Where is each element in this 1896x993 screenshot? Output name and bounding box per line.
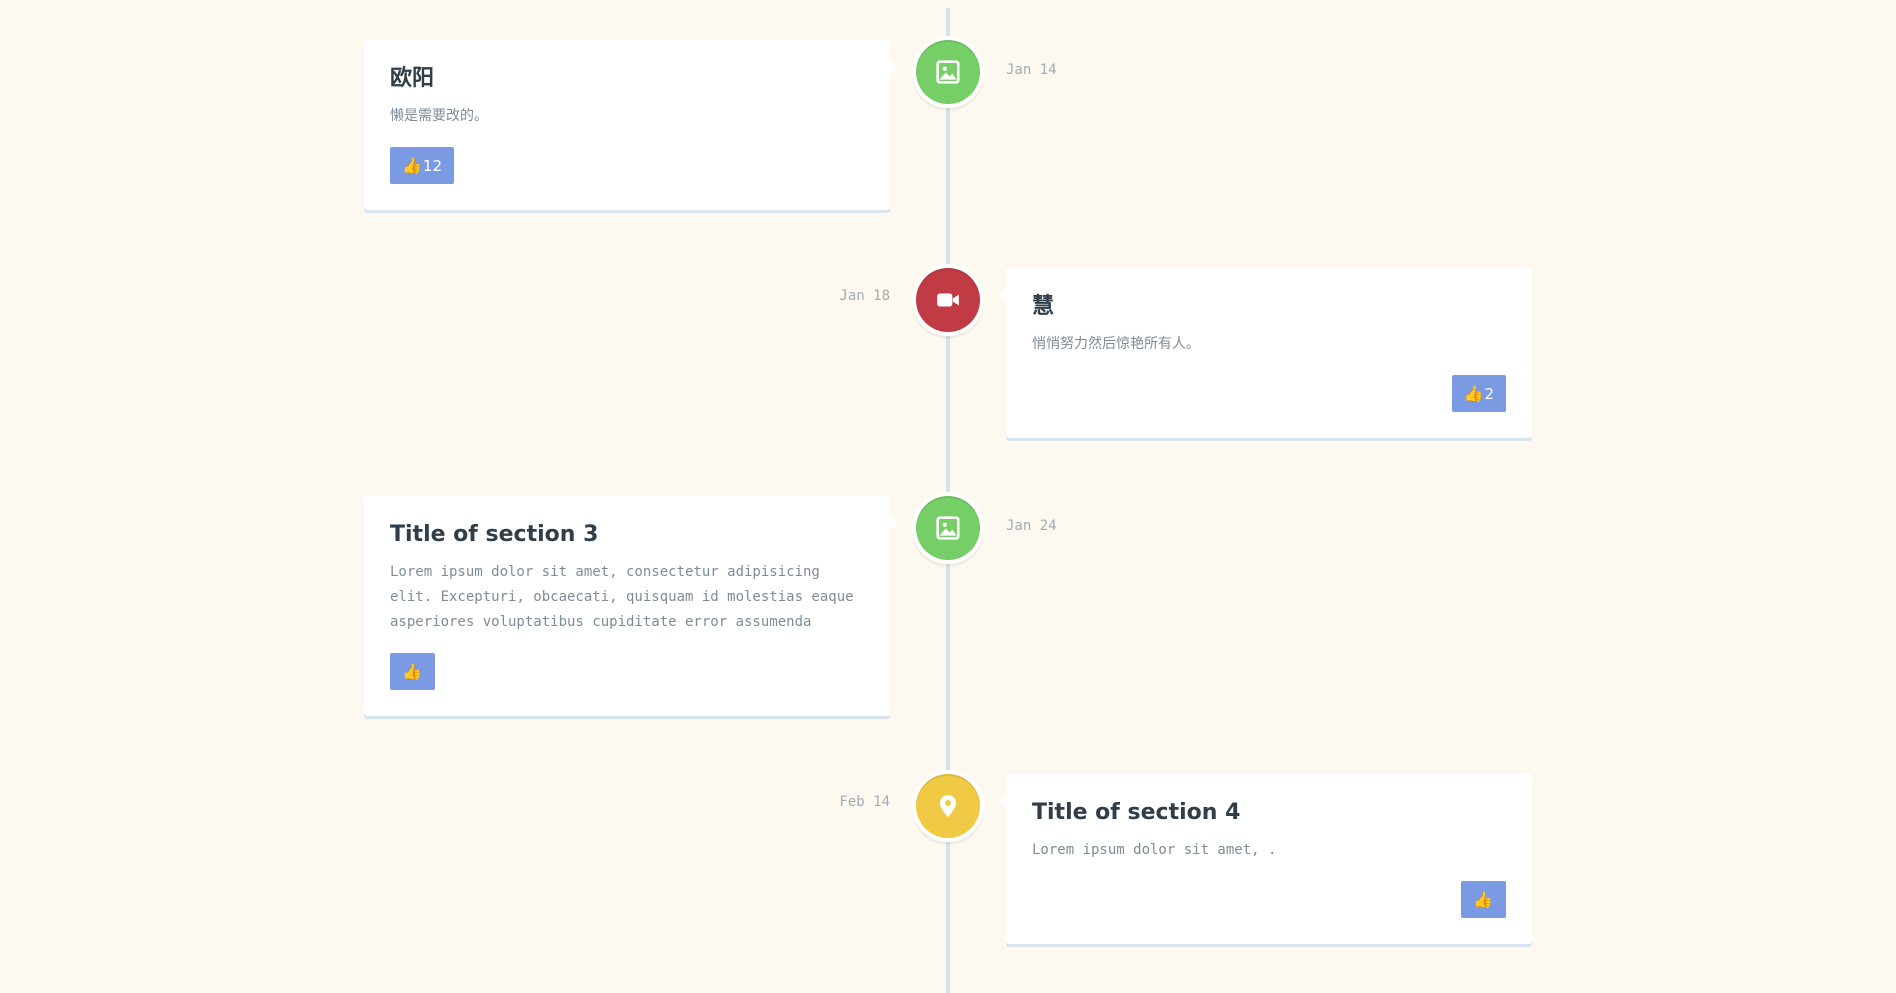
timeline-marker	[916, 496, 980, 560]
timeline-marker	[916, 40, 980, 104]
card-title: 欧阳	[390, 66, 435, 91]
timeline-marker	[916, 268, 980, 332]
thumbs-up-icon: 👍	[1463, 383, 1484, 403]
timeline-marker	[916, 774, 980, 838]
card-title: 慧	[1032, 294, 1055, 319]
like-button[interactable]: 👍	[390, 653, 435, 690]
timeline: 欧阳 懒是需要改的。 👍 12 Jan 14 慧 悄悄努力然后惊艳所有人。 👍 …	[0, 0, 1896, 993]
like-count: 12	[422, 156, 443, 175]
like-button[interactable]: 👍	[1461, 881, 1506, 918]
thumbs-up-icon: 👍	[1473, 889, 1493, 909]
card-text: 懒是需要改的。	[390, 108, 488, 124]
like-row: 👍 12	[390, 147, 864, 184]
like-count: 2	[1484, 384, 1494, 403]
card-text: 悄悄努力然后惊艳所有人。	[1032, 336, 1200, 352]
timeline-card: Title of section 3 Lorem ipsum dolor sit…	[364, 496, 897, 716]
timeline-card: 欧阳 懒是需要改的。 👍 12	[364, 40, 897, 210]
like-button[interactable]: 👍 12	[390, 147, 455, 184]
card-title: Title of section 3	[390, 522, 599, 547]
picture-icon	[936, 516, 960, 540]
location-icon	[939, 795, 957, 817]
video-icon	[937, 293, 959, 307]
date-label: Jan 18	[839, 288, 890, 304]
like-row: 👍	[1032, 881, 1506, 918]
card-title: Title of section 4	[1032, 800, 1241, 825]
picture-icon	[936, 60, 960, 84]
like-row: 👍 2	[1032, 375, 1506, 412]
timeline-card: 慧 悄悄努力然后惊艳所有人。 👍 2	[999, 268, 1532, 438]
date-label: Jan 24	[1006, 518, 1057, 534]
thumbs-up-icon: 👍	[402, 661, 422, 681]
date-label: Feb 14	[839, 794, 890, 810]
like-row: 👍	[390, 653, 864, 690]
like-button[interactable]: 👍 2	[1451, 375, 1506, 412]
timeline-card: Title of section 4 Lorem ipsum dolor sit…	[999, 774, 1532, 944]
card-text: Lorem ipsum dolor sit amet, consectetur …	[390, 564, 854, 630]
thumbs-up-icon: 👍	[402, 155, 422, 175]
card-text: Lorem ipsum dolor sit amet, .	[1032, 842, 1277, 858]
date-label: Jan 14	[1006, 62, 1057, 78]
